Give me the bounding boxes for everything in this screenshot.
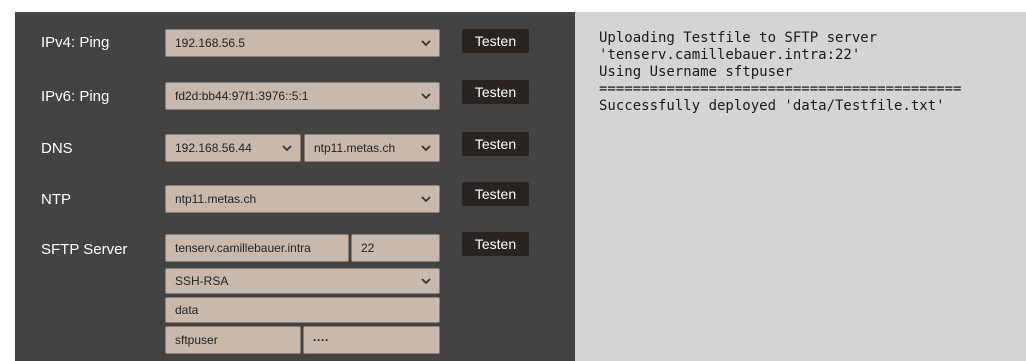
ntp-server-select[interactable]: ntp11.metas.ch (165, 185, 440, 213)
dns-primary-select[interactable]: 192.168.56.44 (165, 134, 301, 162)
dns-secondary-value: ntp11.metas.ch (314, 141, 396, 155)
log-line: ========================================… (599, 81, 962, 97)
chevron-down-icon (421, 40, 431, 47)
ipv4-ping-label: IPv4: Ping (41, 34, 110, 51)
sftp-host-value: tenserv.camillebauer.intra (175, 241, 311, 255)
sftp-port-value: 22 (361, 241, 375, 255)
chevron-down-icon (421, 278, 431, 285)
sftp-auth-select[interactable]: SSH-RSA (165, 268, 440, 294)
sftp-directory-value: data (175, 303, 199, 317)
chevron-down-icon (421, 196, 431, 203)
ipv4-test-button[interactable]: Testen (462, 29, 529, 53)
sftp-test-button[interactable]: Testen (462, 232, 529, 256)
dns-secondary-select[interactable]: ntp11.metas.ch (304, 134, 440, 162)
ipv6-address-value: fd2d:bb44:97f1:3976::5:1 (175, 89, 309, 103)
sftp-host-input[interactable]: tenserv.camillebauer.intra (165, 234, 349, 262)
log-line: Uploading Testfile to SFTP server (599, 30, 878, 46)
log-line: Using Username sftpuser (599, 64, 793, 80)
sftp-directory-input[interactable]: data (165, 297, 440, 323)
sftp-server-label: SFTP Server (41, 241, 128, 258)
log-output-panel: Uploading Testfile to SFTP server 'tense… (575, 12, 1026, 361)
ipv4-address-value: 192.168.56.5 (175, 36, 246, 50)
chevron-down-icon (282, 145, 292, 152)
sftp-username-input[interactable]: sftpuser (165, 326, 301, 354)
dns-label: DNS (41, 140, 73, 157)
ntp-server-value: ntp11.metas.ch (175, 192, 257, 206)
chevron-down-icon (421, 93, 431, 100)
ntp-label: NTP (41, 191, 71, 208)
log-output: Uploading Testfile to SFTP server 'tense… (599, 30, 961, 115)
ipv6-test-button[interactable]: Testen (462, 80, 529, 104)
log-line: 'tenserv.camillebauer.intra:22' (599, 47, 861, 63)
sftp-password-value: ···· (313, 333, 329, 347)
ipv4-address-select[interactable]: 192.168.56.5 (165, 29, 440, 57)
ipv6-ping-label: IPv6: Ping (41, 88, 110, 105)
dns-test-button[interactable]: Testen (462, 132, 529, 156)
dns-primary-value: 192.168.56.44 (175, 141, 252, 155)
chevron-down-icon (421, 145, 431, 152)
ipv6-address-select[interactable]: fd2d:bb44:97f1:3976::5:1 (165, 82, 440, 110)
settings-panel: IPv4: Ping 192.168.56.5 Testen IPv6: Pin… (15, 12, 575, 361)
sftp-username-value: sftpuser (175, 333, 218, 347)
log-line: Successfully deployed 'data/Testfile.txt… (599, 98, 945, 114)
sftp-port-input[interactable]: 22 (351, 234, 440, 262)
ntp-test-button[interactable]: Testen (462, 182, 529, 206)
sftp-auth-value: SSH-RSA (175, 274, 229, 288)
sftp-password-input[interactable]: ···· (303, 326, 440, 354)
